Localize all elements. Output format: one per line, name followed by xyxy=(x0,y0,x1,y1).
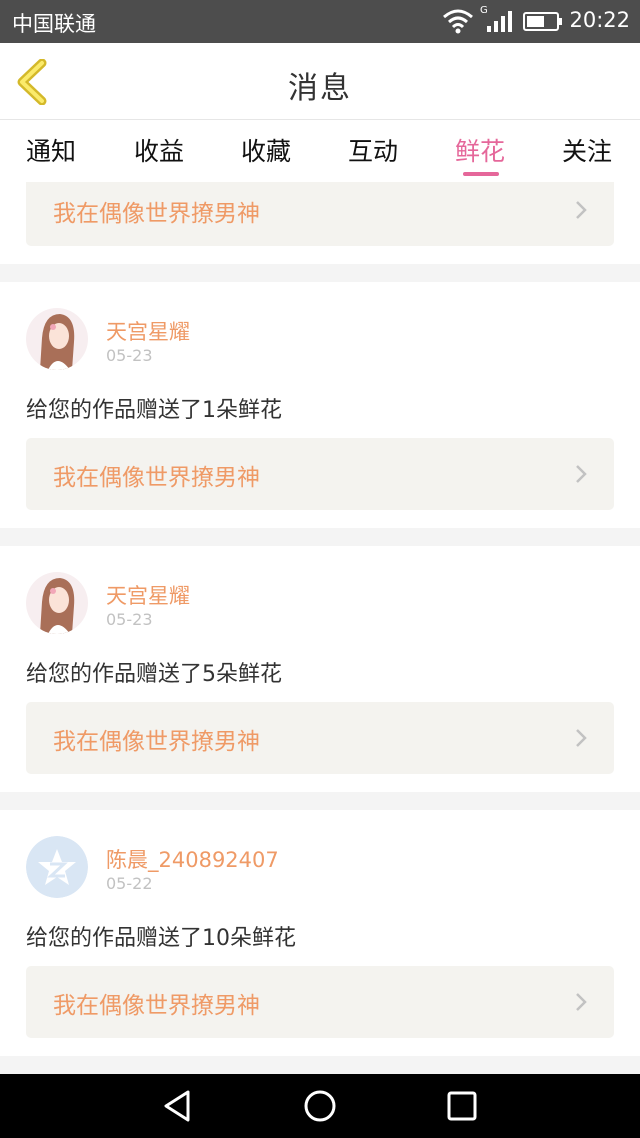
message-text: 给您的作品赠送了5朵鲜花 xyxy=(26,662,282,687)
home-circle-icon[interactable] xyxy=(302,1088,338,1124)
work-link[interactable]: 我在偶像世界撩男神 xyxy=(26,182,614,246)
work-title: 我在偶像世界撩男神 xyxy=(53,729,260,755)
category-tabs: 通知 收益 收藏 互动 鲜花 关注 xyxy=(0,120,640,182)
tab-favorites[interactable]: 收藏 xyxy=(241,132,291,168)
sender-name[interactable]: 陈晨_240892407 xyxy=(106,844,279,874)
user-photo-icon xyxy=(26,308,88,370)
app-header: 消息 xyxy=(0,43,640,120)
user-photo-icon xyxy=(26,572,88,634)
message-card: 天宫星耀 05-23 给您的作品赠送了5朵鲜花 我在偶像世界撩男神 xyxy=(0,546,640,792)
message-card: 天宫星耀 05-23 给您的作品赠送了1朵鲜花 我在偶像世界撩男神 xyxy=(0,282,640,528)
message-card: 我在偶像世界撩男神 xyxy=(0,182,640,264)
clock-time: 20:22 xyxy=(569,8,630,32)
battery-icon xyxy=(523,12,562,31)
signal-icon xyxy=(487,11,512,32)
carrier-name: 中国联通 xyxy=(12,12,96,36)
wifi-icon xyxy=(443,9,473,34)
recent-square-icon[interactable] xyxy=(444,1088,480,1124)
message-feed[interactable]: 我在偶像世界撩男神 天宫星耀 05-23 给您的作品赠送了1朵鲜花 我在偶像世界… xyxy=(0,182,640,1074)
tab-follow[interactable]: 关注 xyxy=(562,132,612,168)
work-title: 我在偶像世界撩男神 xyxy=(53,993,260,1019)
avatar[interactable] xyxy=(26,308,88,370)
page-title: 消息 xyxy=(288,71,352,106)
qq-penguin-icon xyxy=(26,836,88,898)
chevron-right-icon xyxy=(576,465,587,483)
work-title: 我在偶像世界撩男神 xyxy=(53,465,260,491)
work-title: 我在偶像世界撩男神 xyxy=(53,201,260,227)
work-link[interactable]: 我在偶像世界撩男神 xyxy=(26,702,614,774)
tab-notice[interactable]: 通知 xyxy=(26,132,76,168)
tab-earnings[interactable]: 收益 xyxy=(134,132,184,168)
message-text: 给您的作品赠送了10朵鲜花 xyxy=(26,926,296,951)
status-bar: 中国联通 G 20:22 xyxy=(0,0,640,43)
chevron-right-icon xyxy=(576,993,587,1011)
active-tab-indicator xyxy=(463,172,499,176)
tab-interaction[interactable]: 互动 xyxy=(348,132,398,168)
chevron-right-icon xyxy=(576,729,587,747)
avatar[interactable] xyxy=(26,572,88,634)
back-triangle-icon[interactable] xyxy=(160,1088,196,1124)
sender-name[interactable]: 天宫星耀 xyxy=(106,580,190,610)
message-text: 给您的作品赠送了1朵鲜花 xyxy=(26,398,282,423)
work-link[interactable]: 我在偶像世界撩男神 xyxy=(26,438,614,510)
work-link[interactable]: 我在偶像世界撩男神 xyxy=(26,966,614,1038)
message-date: 05-22 xyxy=(106,874,153,893)
chevron-right-icon xyxy=(576,201,587,219)
sender-name[interactable]: 天宫星耀 xyxy=(106,316,190,346)
message-date: 05-23 xyxy=(106,610,153,629)
avatar[interactable] xyxy=(26,836,88,898)
message-card: 陈晨_240892407 05-22 给您的作品赠送了10朵鲜花 我在偶像世界撩… xyxy=(0,810,640,1056)
tab-flowers[interactable]: 鲜花 xyxy=(455,132,505,168)
system-nav-bar xyxy=(0,1074,640,1138)
message-date: 05-23 xyxy=(106,346,153,365)
